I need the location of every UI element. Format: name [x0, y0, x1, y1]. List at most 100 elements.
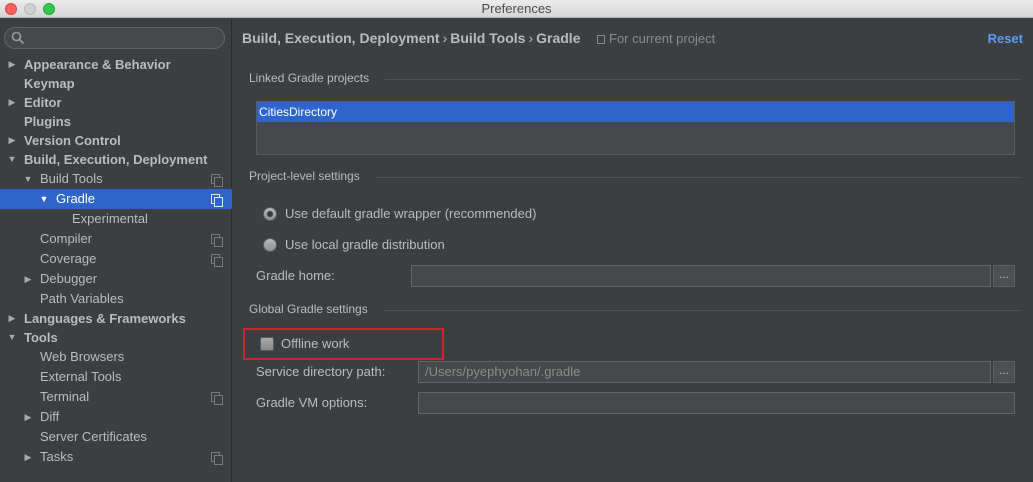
expand-down-icon[interactable]: ▼	[38, 189, 50, 209]
sidebar-item-label: Keymap	[24, 76, 75, 91]
sidebar-item-path-variables[interactable]: Path Variables	[0, 289, 232, 309]
service-directory-field[interactable]: /Users/pyephyohan/.gradle	[418, 361, 991, 383]
breadcrumb-item: Build, Execution, Deployment	[242, 30, 440, 46]
divider	[385, 310, 1021, 311]
sidebar-item-diff[interactable]: ▶ Diff	[0, 407, 232, 427]
expand-right-icon[interactable]: ▶	[22, 447, 34, 467]
service-directory-browse-button[interactable]: ...	[993, 361, 1015, 383]
expand-right-icon[interactable]: ▶	[6, 309, 18, 328]
sidebar-item-gradle[interactable]: ▼ Gradle	[0, 189, 232, 209]
sidebar-item-version-control[interactable]: ▶ Version Control	[0, 131, 232, 150]
project-scope-icon	[211, 174, 223, 187]
sidebar-item-label: Server Certificates	[40, 429, 147, 444]
sidebar-item-debugger[interactable]: ▶ Debugger	[0, 269, 232, 289]
radio-default-wrapper[interactable]: Use default gradle wrapper (recommended)	[263, 206, 536, 221]
offline-work-checkbox[interactable]	[260, 337, 274, 351]
gradle-settings-panel: Build, Execution, Deployment › Build Tools…	[233, 19, 1033, 482]
sidebar-item-terminal[interactable]: Terminal	[0, 387, 232, 407]
gradle-home-field[interactable]	[411, 265, 991, 287]
radio-label: Use default gradle wrapper (recommended)	[285, 206, 537, 221]
sidebar-item-external-tools[interactable]: External Tools	[0, 367, 232, 387]
gradle-home-browse-button[interactable]: ...	[993, 265, 1015, 287]
gradle-home-label: Gradle home:	[256, 268, 335, 283]
sidebar-item-label: Experimental	[72, 211, 148, 226]
sidebar-item-tasks[interactable]: ▶ Tasks	[0, 447, 232, 467]
section-linked-projects: Linked Gradle projects	[249, 71, 1021, 85]
divider	[377, 177, 1021, 178]
service-directory-label: Service directory path:	[256, 364, 386, 379]
sidebar-item-keymap[interactable]: Keymap	[0, 74, 232, 93]
breadcrumb-item: Build Tools	[450, 30, 526, 46]
sidebar-item-server-certificates[interactable]: Server Certificates	[0, 427, 232, 447]
sidebar-item-label: Diff	[40, 409, 60, 424]
gradle-vm-options-field[interactable]	[418, 392, 1015, 414]
sidebar-item-label: Build Tools	[40, 171, 103, 186]
sidebar-item-languages-frameworks[interactable]: ▶ Languages & Frameworks	[0, 309, 232, 328]
section-title: Linked Gradle projects	[249, 71, 370, 85]
sidebar-item-label: Debugger	[40, 271, 98, 286]
sidebar-item-label: Tools	[24, 330, 58, 345]
project-scope-icon	[211, 392, 223, 405]
sidebar-item-label: Languages & Frameworks	[24, 311, 186, 326]
settings-tree: ▶ Appearance & Behavior Keymap ▶ Editor Plugi…	[0, 55, 232, 467]
sidebar-item-appearance-behavior[interactable]: ▶ Appearance & Behavior	[0, 55, 232, 74]
sidebar-item-label: Build, Execution, Deployment	[24, 152, 208, 167]
sidebar-item-label: Editor	[24, 95, 62, 110]
sidebar-item-label: Version Control	[24, 133, 121, 148]
sidebar-item-label: Coverage	[40, 251, 97, 266]
sidebar-item-label: Path Variables	[40, 291, 124, 306]
sidebar-item-label: External Tools	[40, 369, 122, 384]
section-global: Global Gradle settings	[249, 302, 1021, 316]
radio-button-selected[interactable]	[263, 206, 277, 221]
section-title: Global Gradle settings	[249, 302, 368, 316]
search-input[interactable]	[4, 27, 225, 49]
project-scope-icon	[211, 194, 223, 207]
project-scope-icon	[211, 254, 223, 267]
expand-down-icon[interactable]: ▼	[6, 328, 18, 347]
settings-sidebar: ▶ Appearance & Behavior Keymap ▶ Editor Plugi…	[0, 19, 232, 482]
expand-down-icon[interactable]: ▼	[6, 150, 18, 169]
sidebar-item-editor[interactable]: ▶ Editor	[0, 93, 232, 112]
offline-work-highlight: Offline work	[243, 328, 444, 360]
scope-text: For current project	[609, 31, 716, 46]
expand-right-icon[interactable]: ▶	[6, 93, 18, 112]
expand-right-icon[interactable]: ▶	[22, 407, 34, 427]
sidebar-item-label: Tasks	[40, 449, 74, 464]
reset-link[interactable]: Reset	[988, 31, 1023, 46]
expand-right-icon[interactable]: ▶	[6, 131, 18, 150]
expand-right-icon[interactable]: ▶	[6, 55, 18, 74]
section-title: Project-level settings	[249, 169, 360, 183]
sidebar-item-build-execution-deployment[interactable]: ▼ Build, Execution, Deployment	[0, 150, 232, 169]
project-icon	[597, 35, 605, 44]
sidebar-item-compiler[interactable]: Compiler	[0, 229, 232, 249]
radio-button[interactable]	[263, 237, 277, 252]
sidebar-item-label: Web Browsers	[40, 349, 125, 364]
linked-projects-list[interactable]: CitiesDirectory	[256, 101, 1015, 155]
radio-label: Use local gradle distribution	[285, 237, 445, 252]
sidebar-item-label: Terminal	[40, 389, 90, 404]
title-bar: Preferences	[0, 0, 1033, 18]
sidebar-item-coverage[interactable]: Coverage	[0, 249, 232, 269]
breadcrumb-separator: ›	[442, 30, 448, 46]
offline-work-label: Offline work	[281, 336, 350, 351]
list-item[interactable]: CitiesDirectory	[257, 102, 1014, 122]
window-title: Preferences	[481, 1, 552, 16]
section-project-level: Project-level settings	[249, 169, 1021, 183]
sidebar-item-tools[interactable]: ▼ Tools	[0, 328, 232, 347]
expand-right-icon[interactable]: ▶	[22, 269, 34, 289]
radio-local-distribution[interactable]: Use local gradle distribution	[263, 237, 445, 252]
sidebar-item-label: Gradle	[56, 191, 96, 206]
sidebar-item-label: Appearance & Behavior	[24, 57, 171, 72]
project-scope-icon	[211, 452, 223, 465]
breadcrumb-separator: ›	[528, 30, 534, 46]
breadcrumb-item: Gradle	[536, 30, 581, 46]
sidebar-item-label: Compiler	[40, 231, 93, 246]
project-scope-label: For current project	[597, 31, 715, 46]
sidebar-item-experimental[interactable]: Experimental	[0, 209, 232, 229]
sidebar-item-web-browsers[interactable]: Web Browsers	[0, 347, 232, 367]
breadcrumb: Build, Execution, Deployment › Build Tools…	[242, 30, 580, 46]
sidebar-item-build-tools[interactable]: ▼ Build Tools	[0, 169, 232, 189]
expand-down-icon[interactable]: ▼	[22, 169, 34, 189]
sidebar-item-plugins[interactable]: Plugins	[0, 112, 232, 131]
gradle-vm-options-label: Gradle VM options:	[256, 395, 368, 410]
